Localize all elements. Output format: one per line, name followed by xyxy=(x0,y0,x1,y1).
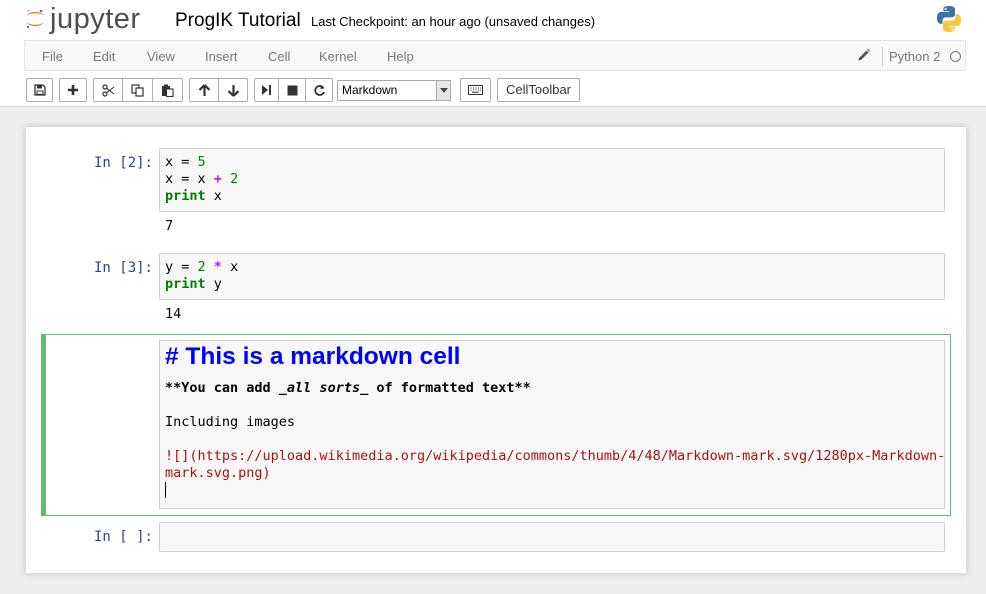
copy-button[interactable] xyxy=(123,78,153,102)
cell-type-select[interactable]: Markdown xyxy=(337,80,451,101)
text-cursor xyxy=(165,482,939,499)
code-line: x = x + 2 xyxy=(165,171,239,187)
checkpoint-status: Last Checkpoint: an hour ago (unsaved ch… xyxy=(311,14,596,29)
code-line: print y xyxy=(165,276,222,292)
move-up-button[interactable] xyxy=(189,78,219,102)
plus-icon xyxy=(68,85,78,95)
markdown-image-link: ![](https://upload.wikimedia.org/wikiped… xyxy=(165,448,946,464)
cut-icon xyxy=(101,83,114,97)
code-line: print x xyxy=(165,188,222,204)
input-prompt: In [2]: xyxy=(93,155,153,171)
save-icon xyxy=(33,84,46,96)
code-cell-input[interactable]: x = 5 x = x + 2 print x xyxy=(159,148,945,212)
menu-view[interactable]: View xyxy=(147,49,175,64)
markdown-heading-line: # This is a markdown cell xyxy=(165,343,461,370)
markdown-bold-line: **You can add _all sorts_ of formatted t… xyxy=(165,380,531,396)
empty-code-cell-input[interactable] xyxy=(159,522,945,552)
notebook-container: In [2]: x = 5 x = x + 2 print x 7 In [3]… xyxy=(26,127,966,573)
arrow-up-icon xyxy=(198,83,210,96)
arrow-down-icon xyxy=(227,84,239,97)
restart-kernel-button[interactable] xyxy=(306,78,333,102)
celltoolbar-button[interactable]: CellToolbar xyxy=(497,78,580,102)
kernel-idle-icon xyxy=(950,51,961,62)
refresh-icon xyxy=(313,84,325,96)
menu-insert[interactable]: Insert xyxy=(205,49,238,64)
copy-icon xyxy=(131,83,144,97)
code-line: y = 2 * x xyxy=(165,259,239,275)
chevron-down-icon xyxy=(436,81,450,100)
kernel-name: Python 2 xyxy=(889,49,941,64)
markdown-image-link-cont: mark.svg.png) xyxy=(165,465,271,481)
kernel-separator xyxy=(882,47,883,66)
cell-type-value: Markdown xyxy=(342,83,398,97)
pencil-icon[interactable] xyxy=(857,48,871,62)
command-palette-button[interactable] xyxy=(460,78,491,102)
logo-text: jupyter xyxy=(50,3,141,35)
move-down-button[interactable] xyxy=(219,78,248,102)
input-prompt: In [ ]: xyxy=(93,529,153,545)
interrupt-kernel-button[interactable] xyxy=(279,78,306,102)
step-forward-icon xyxy=(262,85,271,95)
run-cell-button[interactable] xyxy=(254,78,279,102)
paste-icon xyxy=(162,84,174,97)
toolbar: Markdown CellToolbar xyxy=(24,76,966,103)
menu-help[interactable]: Help xyxy=(387,49,414,64)
paste-button[interactable] xyxy=(153,78,183,102)
markdown-cell-input[interactable]: # This is a markdown cell **You can add … xyxy=(159,340,945,509)
cell-output: 14 xyxy=(165,306,182,322)
code-line: x = 5 xyxy=(165,154,206,170)
menu-kernel[interactable]: Kernel xyxy=(319,49,357,64)
python-logo-icon xyxy=(937,6,961,32)
markdown-text-line: Including images xyxy=(165,414,296,430)
menu-edit[interactable]: Edit xyxy=(93,49,115,64)
jupyter-ring-icon xyxy=(26,9,44,29)
cell-output: 7 xyxy=(165,218,174,234)
menu-cell[interactable]: Cell xyxy=(268,49,290,64)
insert-cell-button[interactable] xyxy=(59,78,87,102)
save-button[interactable] xyxy=(26,78,53,102)
menubar: File Edit View Insert Cell Kernel Help P… xyxy=(24,40,966,71)
stop-icon xyxy=(287,85,297,95)
code-cell-input[interactable]: y = 2 * x print y xyxy=(159,253,945,300)
cut-button[interactable] xyxy=(93,78,123,102)
input-prompt: In [3]: xyxy=(93,260,153,276)
keyboard-icon xyxy=(468,85,483,95)
jupyter-logo[interactable]: jupyter xyxy=(24,3,141,35)
menu-file[interactable]: File xyxy=(42,49,63,64)
notebook-name[interactable]: ProgIK Tutorial xyxy=(175,9,301,33)
